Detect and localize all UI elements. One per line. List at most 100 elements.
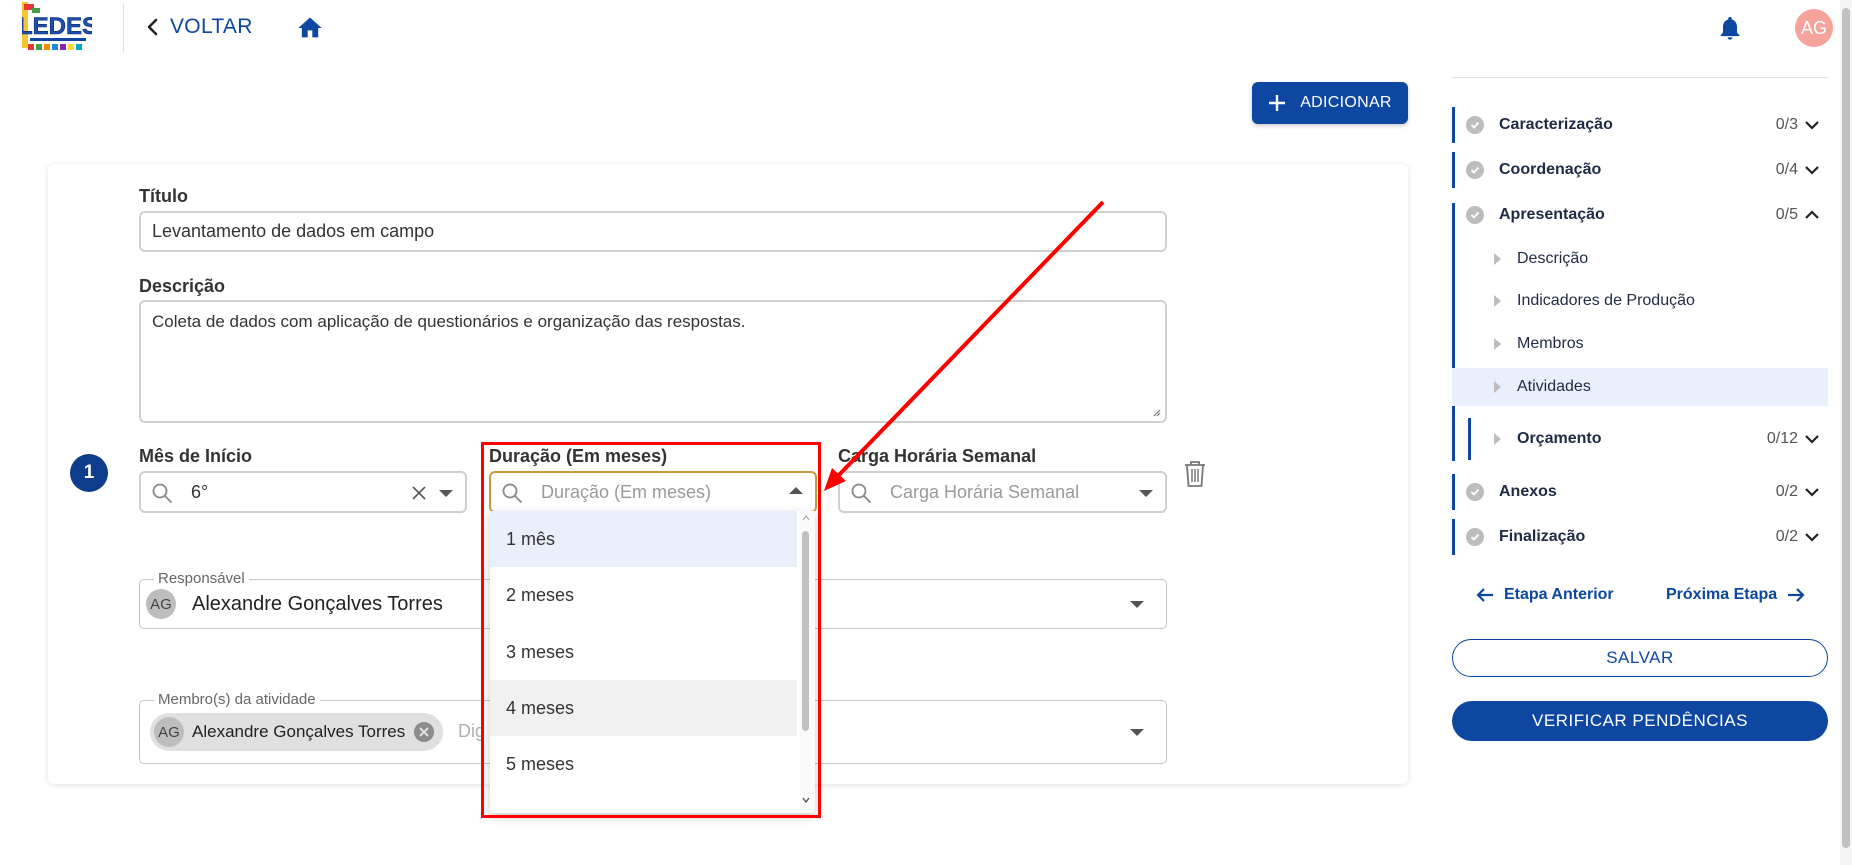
sidebar-subitem-label: Atividades — [1517, 378, 1591, 395]
chevron-down-icon[interactable] — [1130, 729, 1144, 736]
plus-icon — [1269, 95, 1286, 111]
home-icon[interactable] — [296, 14, 324, 42]
back-button[interactable]: VOLTAR — [146, 14, 253, 40]
add-activity-button[interactable]: ADICIONAR — [1252, 82, 1408, 124]
sidebar-subitem-membros[interactable]: Membros — [1452, 325, 1828, 363]
sidebar-item-count: 0/2 — [1775, 483, 1798, 500]
avatar: AG — [154, 717, 184, 747]
sidebar-subitem-atividades[interactable]: Atividades — [1452, 368, 1828, 406]
chevron-left-icon — [147, 18, 158, 36]
search-icon — [851, 483, 871, 503]
save-button[interactable]: SALVAR — [1452, 639, 1828, 677]
previous-step-label: Etapa Anterior — [1504, 586, 1614, 603]
arrow-left-icon — [1476, 588, 1493, 602]
resize-grip-icon[interactable] — [1151, 407, 1161, 417]
chevron-down-icon[interactable] — [1139, 490, 1153, 497]
bell-icon[interactable] — [1716, 13, 1744, 43]
ledes-logo: LEDES — [18, 2, 98, 56]
description-textarea[interactable]: Coleta de dados com aplicação de questio… — [139, 300, 1167, 423]
duration-option[interactable]: 4 meses — [490, 680, 797, 736]
sidebar-item-label: Anexos — [1499, 483, 1557, 500]
members-label: Membro(s) da atividade — [154, 691, 320, 708]
member-chip: AG Alexandre Gonçalves Torres — [150, 713, 444, 751]
sidebar-subitem-orcamento[interactable]: Orçamento 0/12 — [1452, 420, 1828, 458]
members-input-placeholder[interactable]: Dig — [458, 721, 485, 742]
chevron-up-icon[interactable] — [789, 487, 803, 494]
sidebar-item-count: 0/2 — [1775, 528, 1798, 545]
scroll-down-icon[interactable] — [802, 797, 810, 803]
duration-select[interactable]: Duração (Em meses) — [489, 471, 817, 513]
scroll-up-icon[interactable] — [802, 515, 810, 521]
title-label: Título — [139, 186, 188, 206]
arrow-right-icon — [1788, 588, 1805, 602]
search-icon — [502, 483, 522, 503]
sidebar-subitem-descricao[interactable]: Descrição — [1452, 240, 1828, 278]
sidebar-item-coordenacao[interactable]: Coordenação 0/4 — [1452, 152, 1828, 188]
weekly-hours-label: Carga Horária Semanal — [838, 446, 1037, 466]
title-input[interactable]: Levantamento de dados em campo — [139, 211, 1167, 252]
chevron-down-icon[interactable] — [439, 490, 453, 497]
chevron-down-icon[interactable] — [1804, 529, 1820, 545]
activity-index-badge: 1 — [70, 454, 108, 492]
options-scrollbar-thumb[interactable] — [802, 531, 809, 731]
chevron-up-icon[interactable] — [1804, 207, 1820, 223]
caret-right-icon — [1494, 253, 1501, 265]
caret-right-icon — [1494, 381, 1501, 393]
sidebar-subitem-indicadores[interactable]: Indicadores de Produção — [1452, 282, 1828, 320]
weekly-hours-select[interactable]: Carga Horária Semanal — [838, 471, 1167, 513]
page-scrollbar-thumb[interactable] — [1842, 8, 1850, 848]
add-button-label: ADICIONAR — [1300, 94, 1392, 111]
duration-options-list: 1 mês 2 meses 3 meses 4 meses 5 meses — [490, 511, 815, 813]
duration-option[interactable]: 2 meses — [490, 567, 797, 623]
sidebar-item-label: Caracterização — [1499, 116, 1613, 133]
caret-right-icon — [1494, 295, 1501, 307]
sidebar-item-caracterizacao[interactable]: Caracterização 0/3 — [1452, 107, 1828, 143]
chevron-down-icon[interactable] — [1804, 484, 1820, 500]
sidebar-item-label: Apresentação — [1499, 206, 1605, 223]
avatar: AG — [146, 589, 176, 619]
topbar-divider — [123, 4, 124, 52]
logo-text: LEDES — [22, 13, 92, 40]
duration-option[interactable]: 1 mês — [490, 511, 797, 567]
duration-placeholder: Duração (Em meses) — [541, 481, 712, 502]
search-icon — [152, 483, 172, 503]
chevron-down-icon[interactable] — [1804, 431, 1820, 447]
sidebar-subitem-label: Descrição — [1517, 250, 1589, 267]
sidebar-subitem-label: Membros — [1517, 335, 1584, 352]
user-avatar[interactable]: AG — [1795, 9, 1833, 47]
responsible-label: Responsável — [154, 570, 249, 587]
sidebar-subitem-label: Indicadores de Produção — [1517, 292, 1695, 309]
caret-right-icon — [1494, 433, 1501, 445]
chevron-down-icon[interactable] — [1804, 117, 1820, 133]
check-icon — [1466, 116, 1484, 134]
sidebar-item-count: 0/3 — [1775, 116, 1798, 133]
next-step-label: Próxima Etapa — [1666, 586, 1778, 603]
duration-label: Duração (Em meses) — [489, 446, 668, 466]
sidebar-item-finalizacao[interactable]: Finalização 0/2 — [1452, 519, 1828, 555]
start-month-label: Mês de Início — [139, 446, 253, 466]
sidebar-item-apresentacao[interactable]: Apresentação 0/5 — [1452, 197, 1828, 233]
clear-icon[interactable] — [409, 483, 429, 503]
trash-icon[interactable] — [1183, 460, 1207, 488]
check-icon — [1466, 206, 1484, 224]
sidebar-subitem-label: Orçamento — [1517, 430, 1602, 447]
title-value: Levantamento de dados em campo — [152, 221, 435, 241]
remove-chip-icon[interactable] — [413, 721, 435, 743]
chevron-down-icon[interactable] — [1804, 162, 1820, 178]
check-icon — [1466, 161, 1484, 179]
duration-option[interactable]: 3 meses — [490, 624, 797, 680]
verify-pending-button[interactable]: VERIFICAR PENDÊNCIAS — [1452, 701, 1828, 741]
next-step-button[interactable]: Próxima Etapa — [1666, 586, 1805, 604]
description-label: Descrição — [139, 276, 226, 296]
weekly-hours-placeholder: Carga Horária Semanal — [890, 481, 1080, 502]
start-month-select[interactable]: 6° — [139, 471, 467, 513]
duration-option[interactable]: 5 meses — [490, 736, 797, 792]
responsible-name: Alexandre Gonçalves Torres — [192, 592, 443, 615]
sidebar-item-count: 0/12 — [1766, 430, 1798, 447]
back-label: VOLTAR — [170, 15, 253, 38]
sidebar-item-anexos[interactable]: Anexos 0/2 — [1452, 474, 1828, 510]
sidebar-item-count: 0/4 — [1775, 161, 1798, 178]
top-bar: LEDES VOLTAR AG — [0, 0, 1852, 62]
chevron-down-icon[interactable] — [1130, 601, 1144, 608]
previous-step-button[interactable]: Etapa Anterior — [1476, 586, 1614, 604]
